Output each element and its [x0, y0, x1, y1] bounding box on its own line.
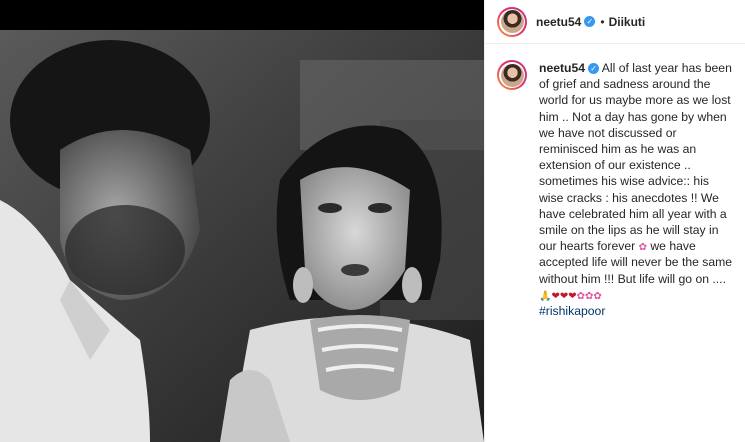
follow-status-button[interactable]: Diikuti [609, 15, 646, 29]
post-caption: neetu54 ✓ All of last year has been of gr… [485, 44, 745, 319]
post-header: neetu54 ✓ • Diikuti [485, 0, 745, 44]
flowers-emoji-icon: ✿✿✿ [576, 290, 602, 302]
flower-emoji-icon: ✿ [638, 242, 647, 254]
post-sidebar: neetu54 ✓ • Diikuti neetu54 ✓ All of last… [484, 0, 745, 442]
caption-text: neetu54 ✓ All of last year has been of gr… [539, 60, 733, 319]
hearts-emoji-icon: ❤❤❤ [551, 290, 577, 302]
caption-avatar[interactable] [497, 60, 527, 90]
profile-avatar[interactable] [497, 6, 527, 37]
post-photo[interactable] [0, 0, 484, 442]
caption-username[interactable]: neetu54 [539, 61, 585, 75]
verified-badge-icon: ✓ [584, 16, 596, 27]
photo-illustration [0, 0, 484, 442]
separator-dot: • [600, 14, 605, 29]
folded-hands-emoji-icon: 🙏 [539, 290, 552, 302]
hashtag-link[interactable]: #rishikapoor [539, 304, 605, 318]
caption-body-part1: All of last year has been of grief and s… [539, 61, 732, 254]
header-username[interactable]: neetu54 [536, 15, 581, 29]
verified-badge-icon: ✓ [588, 63, 600, 74]
